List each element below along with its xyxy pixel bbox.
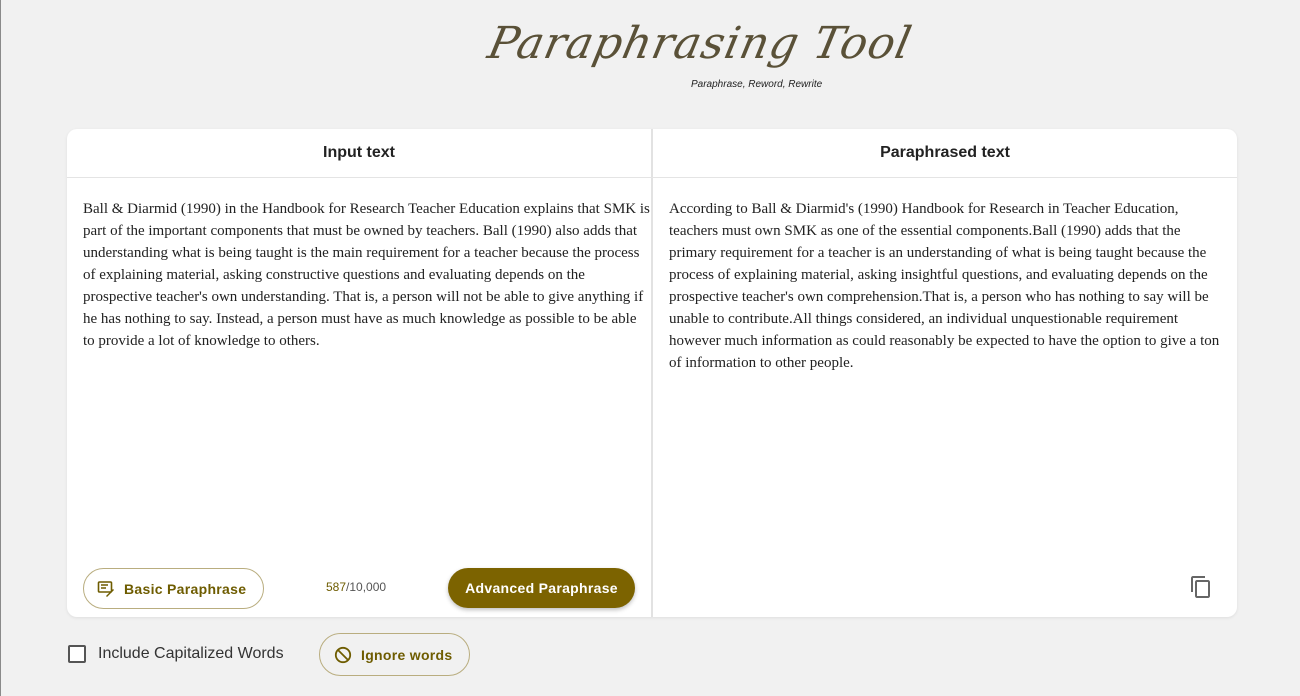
char-limit: /10,000	[346, 580, 387, 594]
advanced-paraphrase-button[interactable]: Advanced Paraphrase	[448, 568, 635, 608]
character-counter: 587/10,000	[326, 580, 386, 594]
copy-icon[interactable]	[1189, 575, 1213, 599]
basic-paraphrase-button[interactable]: Basic Paraphrase	[83, 568, 264, 609]
ignore-words-button[interactable]: Ignore words	[319, 633, 470, 676]
panel-divider	[651, 129, 653, 617]
paraphrased-output: According to Ball & Diarmid's (1990) Han…	[669, 201, 1220, 371]
advanced-paraphrase-label: Advanced Paraphrase	[465, 580, 618, 596]
input-textarea[interactable]: Ball & Diarmid (1990) in the Handbook fo…	[83, 198, 651, 352]
paraphrase-card: Input text Paraphrased text Ball & Diarm…	[67, 129, 1237, 617]
logo: Paraphrasing Tool Paraphrase, Reword, Re…	[484, 18, 917, 98]
logo-tagline: Paraphrase, Reword, Rewrite	[691, 79, 823, 90]
paraphrase-icon	[97, 580, 114, 597]
input-panel-title: Input text	[323, 144, 395, 161]
block-icon	[334, 646, 352, 663]
header-divider	[67, 177, 1237, 178]
char-count: 587	[326, 580, 347, 594]
logo-title: Paraphrasing Tool	[483, 18, 917, 69]
basic-paraphrase-label: Basic Paraphrase	[124, 580, 247, 597]
include-capitalized-checkbox[interactable]	[68, 645, 86, 663]
output-panel-title: Paraphrased text	[880, 144, 1010, 161]
include-capitalized-label: Include Capitalized Words	[98, 645, 284, 662]
ignore-words-label: Ignore words	[361, 646, 453, 663]
